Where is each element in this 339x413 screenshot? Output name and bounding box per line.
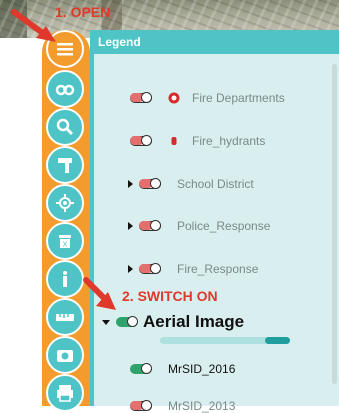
binoculars-icon <box>55 84 75 96</box>
layer-label: Aerial Image <box>143 312 245 331</box>
arrow-icon <box>83 277 116 310</box>
layer-toggle[interactable] <box>130 400 152 411</box>
layer-school-district: School District <box>128 177 254 191</box>
layer-toggle[interactable] <box>116 316 138 327</box>
delete-icon: X <box>59 235 71 249</box>
fire-dept-icon <box>168 92 180 104</box>
annotation-step-1: 1. OPEN <box>55 4 111 20</box>
binoculars-button[interactable] <box>46 70 84 108</box>
arrow-icon <box>11 9 56 42</box>
layer-police-response: Police_Response <box>128 219 270 233</box>
expand-caret-icon[interactable] <box>128 222 133 230</box>
legend-title: Legend <box>94 30 339 54</box>
layer-label: Fire Departments <box>192 91 285 105</box>
collapse-caret-icon[interactable] <box>102 319 110 325</box>
locate-button[interactable] <box>46 184 84 222</box>
layer-fire-response: Fire_Response <box>128 262 258 276</box>
camera-icon <box>57 350 73 362</box>
layer-toggle[interactable] <box>139 220 161 231</box>
layer-label: School District <box>177 177 254 191</box>
sublayer-mrsid-2016: MrSID_2016 <box>130 362 235 376</box>
layer-fire-hydrants: Fire_hydrants <box>130 134 265 148</box>
layer-toggle[interactable] <box>139 263 161 274</box>
info-button[interactable] <box>46 260 84 298</box>
layer-label: MrSID_2016 <box>168 362 236 376</box>
layer-aerial-image: Aerial Image <box>102 312 244 332</box>
tools-button[interactable] <box>46 146 84 184</box>
search-icon <box>56 118 74 136</box>
layer-toggle[interactable] <box>130 135 152 146</box>
layer-label: Fire_hydrants <box>192 134 266 148</box>
legend-scrollbar[interactable] <box>332 64 337 384</box>
expand-caret-icon[interactable] <box>128 180 133 188</box>
svg-text:X: X <box>63 242 68 249</box>
annotation-step-2: 2. SWITCH ON <box>122 288 218 304</box>
opacity-slider[interactable] <box>160 337 290 344</box>
layer-label: Fire_Response <box>177 262 259 276</box>
layer-toggle[interactable] <box>130 92 152 103</box>
sublayer-mrsid-2013: MrSID_2013 <box>130 399 235 413</box>
hydrant-icon <box>171 137 177 145</box>
search-button[interactable] <box>46 108 84 146</box>
expand-caret-icon[interactable] <box>128 265 133 273</box>
locate-icon <box>56 194 74 212</box>
measure-button[interactable] <box>46 298 84 336</box>
camera-button[interactable] <box>46 336 84 374</box>
hammer-icon <box>58 158 72 173</box>
legend-panel: Legend <box>90 30 339 406</box>
info-icon <box>63 271 67 287</box>
delete-button[interactable]: X <box>46 222 84 260</box>
layer-toggle[interactable] <box>139 178 161 189</box>
ruler-icon <box>56 314 74 321</box>
slider-handle[interactable] <box>265 337 290 344</box>
layer-label: MrSID_2013 <box>168 399 236 413</box>
layer-label: Police_Response <box>177 219 271 233</box>
layer-fire-departments: Fire Departments <box>130 91 285 105</box>
print-icon <box>57 385 73 402</box>
print-button[interactable] <box>46 374 84 412</box>
layer-toggle[interactable] <box>130 363 152 374</box>
